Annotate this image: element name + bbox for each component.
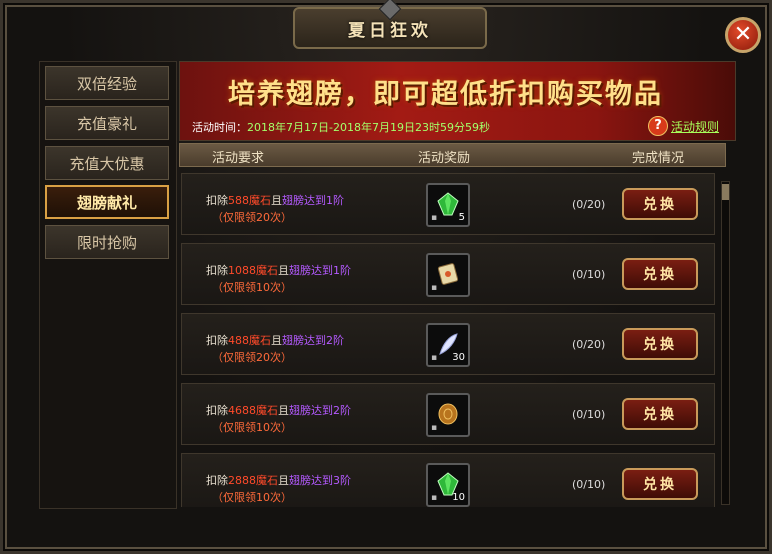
sidebar-item-recharge-discount[interactable]: 充值大优惠 [45, 146, 169, 180]
banner-slogan: 培养翅膀，即可超低折扣购买物品 [228, 79, 663, 110]
close-button[interactable]: ✕ [725, 17, 761, 53]
cost-prefix: 扣除 [206, 404, 228, 417]
scroll-icon [437, 263, 459, 285]
limit-text: （仅限领10次） [212, 491, 292, 504]
progress-text: (0/20) [572, 338, 606, 351]
coin-icon [438, 403, 458, 425]
cost-amount: 488魔石 [228, 334, 271, 347]
limit-text: （仅限领20次） [212, 211, 292, 224]
lock-icon: ▪ [431, 353, 438, 363]
exchange-button[interactable]: 兑换 [622, 468, 698, 500]
item-count: 10 [452, 492, 465, 503]
sidebar-item-flash-sale[interactable]: 限时抢购 [45, 225, 169, 259]
limit-text: （仅限领10次） [212, 281, 292, 294]
cost-prefix: 扣除 [206, 474, 228, 487]
reward-list: 扣除588魔石且翅膀达到1阶 （仅限领20次） ▪ 5 (0/20) 兑换 扣除… [179, 171, 719, 507]
reward-slot[interactable]: ▪ 5 [426, 183, 470, 227]
scrollbar[interactable] [721, 181, 730, 505]
cost-amount: 588魔石 [228, 194, 271, 207]
exchange-button[interactable]: 兑换 [622, 328, 698, 360]
lock-icon: ▪ [431, 423, 438, 433]
joiner: 且 [278, 474, 289, 487]
joiner: 且 [271, 334, 282, 347]
requirement-text: 扣除1088魔石且翅膀达到1阶 [206, 262, 351, 278]
column-header: 活动要求 活动奖励 完成情况 [179, 143, 726, 167]
event-time-label: 活动时间： [192, 121, 247, 134]
cost-amount: 1088魔石 [228, 264, 278, 277]
event-time: 活动时间：2018年7月17日-2018年7月19日23时59分59秒 [192, 119, 490, 135]
reward-row: 扣除588魔石且翅膀达到1阶 （仅限领20次） ▪ 5 (0/20) 兑换 [181, 173, 715, 235]
joiner: 且 [278, 264, 289, 277]
reward-slot[interactable]: ▪ 30 [426, 323, 470, 367]
requirement-text: 扣除2888魔石且翅膀达到3阶 [206, 472, 351, 488]
col-requirement: 活动要求 [212, 151, 265, 166]
joiner: 且 [278, 404, 289, 417]
joiner: 且 [271, 194, 282, 207]
exchange-button[interactable]: 兑换 [622, 398, 698, 430]
requirement-text: 扣除588魔石且翅膀达到1阶 [206, 192, 344, 208]
requirement-text: 扣除488魔石且翅膀达到2阶 [206, 332, 344, 348]
cost-prefix: 扣除 [206, 334, 228, 347]
lock-icon: ▪ [431, 283, 438, 293]
col-status: 完成情况 [632, 151, 685, 166]
reward-slot[interactable]: ▪ [426, 393, 470, 437]
help-icon[interactable]: ? [648, 116, 668, 136]
cost-amount: 4688魔石 [228, 404, 278, 417]
progress-text: (0/10) [572, 408, 606, 421]
progress-text: (0/20) [572, 198, 606, 211]
reward-slot[interactable]: ▪ 10 [426, 463, 470, 507]
exchange-button[interactable]: 兑换 [622, 258, 698, 290]
event-time-value: 2018年7月17日-2018年7月19日23时59分59秒 [247, 121, 490, 134]
cost-prefix: 扣除 [206, 264, 228, 277]
wing-requirement: 翅膀达到1阶 [282, 194, 344, 207]
wing-requirement: 翅膀达到1阶 [289, 264, 351, 277]
scrollbar-thumb[interactable] [722, 184, 729, 200]
wing-requirement: 翅膀达到3阶 [289, 474, 351, 487]
lock-icon: ▪ [431, 493, 438, 503]
reward-row: 扣除1088魔石且翅膀达到1阶 （仅限领10次） ▪ (0/10) 兑换 [181, 243, 715, 305]
col-reward: 活动奖励 [418, 151, 471, 166]
item-count: 30 [452, 352, 465, 363]
rules-link[interactable]: 活动规则 [671, 118, 719, 135]
progress-text: (0/10) [572, 268, 606, 281]
exchange-button[interactable]: 兑换 [622, 188, 698, 220]
cost-prefix: 扣除 [206, 194, 228, 207]
reward-row: 扣除2888魔石且翅膀达到3阶 （仅限领10次） ▪ 10 (0/10) 兑换 [181, 453, 715, 507]
limit-text: （仅限领20次） [212, 351, 292, 364]
limit-text: （仅限领10次） [212, 421, 292, 434]
reward-slot[interactable]: ▪ [426, 253, 470, 297]
sidebar-item-double-exp[interactable]: 双倍经验 [45, 66, 169, 100]
item-count: 5 [458, 212, 465, 223]
progress-text: (0/10) [572, 478, 606, 491]
sidebar-item-wing-gift[interactable]: 翅膀献礼 [45, 185, 169, 219]
green-gem-icon [437, 192, 459, 216]
cost-amount: 2888魔石 [228, 474, 278, 487]
reward-row: 扣除488魔石且翅膀达到2阶 （仅限领20次） ▪ 30 (0/20) 兑换 [181, 313, 715, 375]
reward-row: 扣除4688魔石且翅膀达到2阶 （仅限领10次） ▪ (0/10) 兑换 [181, 383, 715, 445]
event-window: 夏日狂欢 ✕ 双倍经验 充值豪礼 充值大优惠 翅膀献礼 限时抢购 培养翅膀，即可… [0, 0, 772, 554]
wing-requirement: 翅膀达到2阶 [289, 404, 351, 417]
sidebar: 双倍经验 充值豪礼 充值大优惠 翅膀献礼 限时抢购 [39, 61, 177, 509]
lock-icon: ▪ [431, 213, 438, 223]
wing-requirement: 翅膀达到2阶 [282, 334, 344, 347]
requirement-text: 扣除4688魔石且翅膀达到2阶 [206, 402, 351, 418]
sidebar-item-recharge-gift[interactable]: 充值豪礼 [45, 106, 169, 140]
